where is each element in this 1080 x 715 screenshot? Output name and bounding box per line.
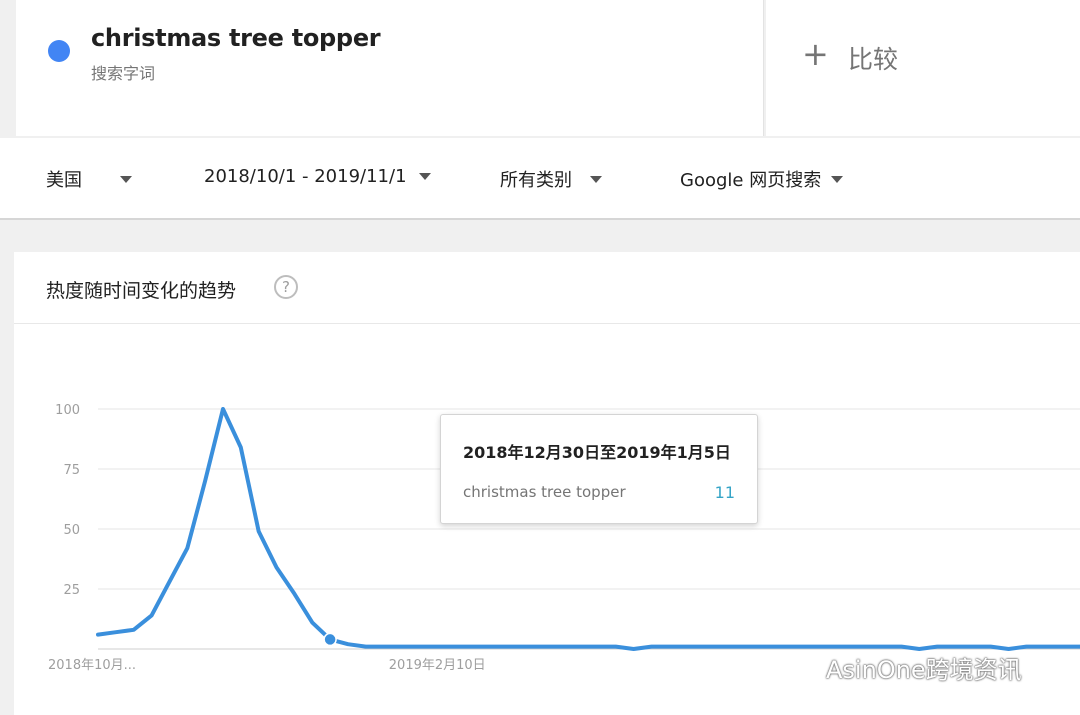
compare-button[interactable]: + 比较 bbox=[766, 0, 1080, 136]
y-tick-label: 75 bbox=[63, 463, 80, 478]
highlight-point[interactable] bbox=[323, 632, 337, 647]
tooltip-value: 11 bbox=[714, 483, 735, 502]
region-dropdown[interactable]: 美国 bbox=[46, 166, 132, 192]
x-tick-label: 2018年10月... bbox=[48, 658, 136, 673]
date-range-label: 2018/10/1 - 2019/11/1 bbox=[204, 166, 407, 187]
plus-icon: + bbox=[802, 35, 829, 73]
watermark: AsinOne跨境资讯 bbox=[786, 650, 1022, 685]
y-tick-label: 100 bbox=[55, 403, 80, 418]
chevron-down-icon bbox=[418, 173, 431, 180]
filter-bar: 美国 2018/10/1 - 2019/11/1 所有类别 Google 网页搜… bbox=[0, 138, 1080, 220]
region-label: 美国 bbox=[46, 170, 82, 191]
search-term-name[interactable]: christmas tree topper bbox=[91, 24, 381, 52]
chevron-down-icon bbox=[120, 175, 132, 183]
search-type-label: Google 网页搜索 bbox=[680, 170, 822, 191]
watermark-text: AsinOne跨境资讯 bbox=[826, 656, 1022, 684]
search-term-type: 搜索字词 bbox=[91, 64, 156, 83]
y-tick-label: 50 bbox=[63, 523, 80, 538]
search-type-dropdown[interactable]: Google 网页搜索 bbox=[680, 166, 844, 192]
interest-over-time-panel: 热度随时间变化的趋势 ? 25 50 75 100 2018年10月... 2019年2… bbox=[14, 252, 1080, 715]
chevron-down-icon bbox=[590, 175, 602, 183]
date-range-dropdown[interactable]: 2018/10/1 - 2019/11/1 bbox=[204, 166, 431, 187]
compare-label: 比较 bbox=[848, 45, 899, 74]
x-tick-label: 2019年2月10日 bbox=[389, 658, 486, 673]
wechat-icon bbox=[786, 655, 819, 680]
x-axis-ticks: 2018年10月... 2019年2月10日 bbox=[48, 658, 486, 673]
category-label: 所有类别 bbox=[500, 170, 572, 191]
series-color-dot bbox=[48, 40, 70, 62]
search-term-card[interactable]: christmas tree topper 搜索字词 bbox=[16, 0, 764, 136]
tooltip-term: christmas tree topper bbox=[463, 483, 626, 501]
category-dropdown[interactable]: 所有类别 bbox=[500, 166, 602, 192]
y-tick-label: 25 bbox=[63, 583, 80, 598]
data-tooltip: 2018年12月30日至2019年1月5日 christmas tree top… bbox=[440, 414, 758, 524]
tooltip-date: 2018年12月30日至2019年1月5日 bbox=[463, 443, 731, 462]
chevron-down-icon bbox=[831, 175, 844, 183]
y-axis-ticks: 25 50 75 100 bbox=[55, 403, 80, 598]
search-term-bar: christmas tree topper 搜索字词 + 比较 bbox=[0, 0, 1080, 136]
